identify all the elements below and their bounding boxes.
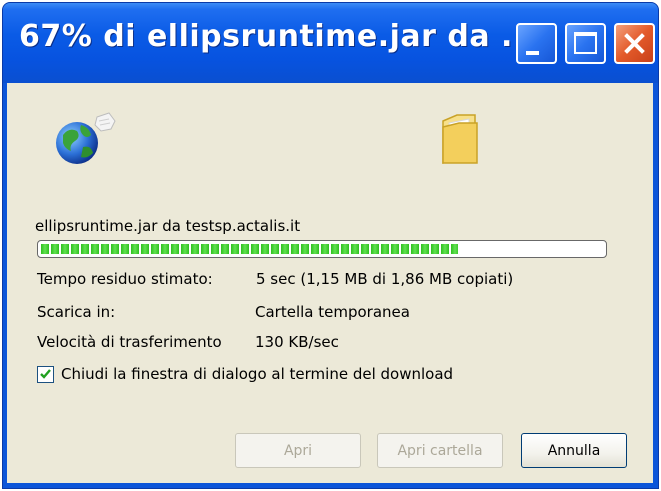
download-source: ellipsruntime.jar da testsp.actalis.it bbox=[35, 217, 301, 235]
folder-icon bbox=[442, 114, 478, 164]
title-bar[interactable]: 67% di ellipsruntime.jar da ... bbox=[3, 3, 658, 83]
time-remaining-label: Tempo residuo stimato: bbox=[37, 270, 213, 288]
close-on-complete-checkbox[interactable] bbox=[37, 366, 54, 383]
dialog-body: ellipsruntime.jar da testsp.actalis.it T… bbox=[7, 83, 653, 483]
download-dialog: 67% di ellipsruntime.jar da ... ellipsru… bbox=[2, 2, 659, 489]
open-folder-button[interactable]: Apri cartella bbox=[377, 433, 503, 468]
checkmark-icon bbox=[40, 369, 51, 379]
close-button[interactable] bbox=[614, 23, 655, 64]
time-remaining-value: 5 sec (1,15 MB di 1,86 MB copiati) bbox=[256, 270, 514, 288]
minimize-icon bbox=[526, 51, 539, 55]
maximize-button[interactable] bbox=[565, 23, 606, 64]
download-to-value: Cartella temporanea bbox=[255, 303, 410, 321]
time-remaining-row: Tempo residuo stimato: 5 sec (1,15 MB di… bbox=[37, 270, 513, 288]
progress-fill bbox=[41, 244, 458, 254]
maximize-icon bbox=[574, 32, 597, 54]
minimize-button[interactable] bbox=[516, 23, 557, 64]
close-on-complete-label[interactable]: Chiudi la finestra di dialogo al termine… bbox=[61, 365, 453, 383]
download-to-label: Scarica in: bbox=[37, 303, 116, 321]
transfer-rate-label: Velocità di trasferimento bbox=[37, 333, 222, 351]
globe-icon bbox=[56, 112, 116, 164]
cancel-button[interactable]: Annulla bbox=[521, 433, 627, 468]
close-icon bbox=[624, 33, 645, 54]
transfer-rate-row: Velocità di trasferimento 130 KB/sec bbox=[37, 333, 339, 351]
download-progress-bar bbox=[37, 240, 607, 258]
open-button[interactable]: Apri bbox=[235, 433, 361, 468]
transfer-rate-value: 130 KB/sec bbox=[255, 333, 339, 351]
download-to-row: Scarica in: Cartella temporanea bbox=[37, 303, 410, 321]
window-title: 67% di ellipsruntime.jar da ... bbox=[19, 19, 537, 54]
